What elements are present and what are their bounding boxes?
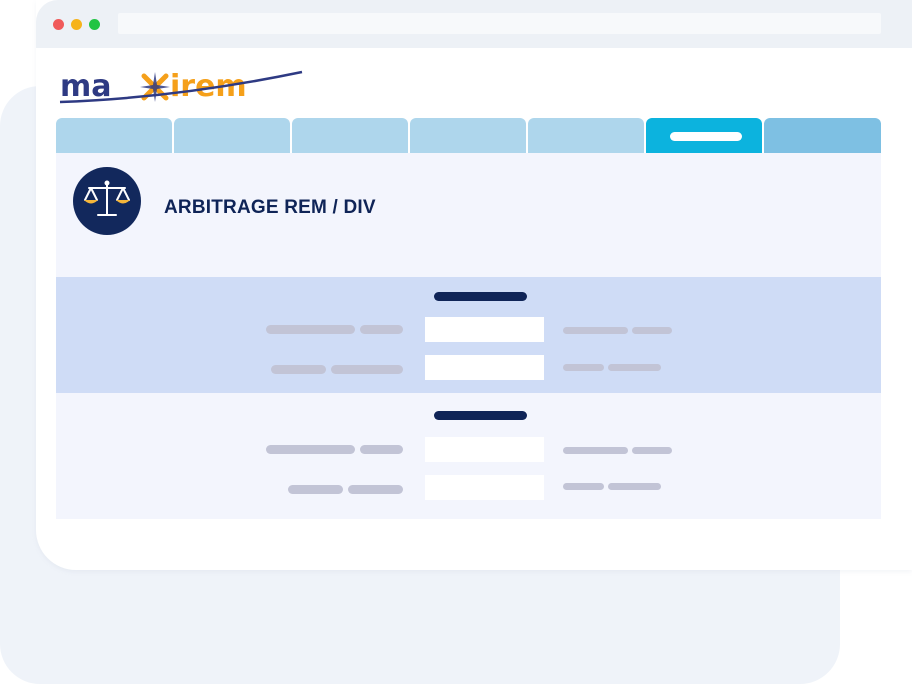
close-window-dot[interactable]	[53, 19, 64, 30]
tab-7[interactable]	[764, 118, 881, 154]
row-hint-placeholder	[563, 364, 604, 371]
balance-scale-icon	[73, 167, 141, 235]
maxirem-logo: ma irem	[59, 69, 303, 104]
tab-1[interactable]	[56, 118, 172, 154]
page-title: ARBITRAGE REM / DIV	[164, 197, 376, 218]
value-input[interactable]	[425, 317, 544, 342]
row-label-placeholder	[331, 365, 403, 374]
row-hint-placeholder	[632, 327, 672, 334]
row-label-placeholder	[266, 445, 355, 454]
row-label-placeholder	[360, 445, 403, 454]
tab-6-active[interactable]	[646, 118, 762, 154]
row-hint-placeholder	[563, 483, 604, 490]
form-section-2	[56, 393, 881, 519]
maximize-window-dot[interactable]	[89, 19, 100, 30]
browser-titlebar	[36, 0, 912, 48]
tab-5[interactable]	[528, 118, 644, 154]
row-label-placeholder	[288, 485, 343, 494]
address-bar[interactable]	[118, 13, 881, 34]
row-label-placeholder	[360, 325, 403, 334]
value-input[interactable]	[425, 355, 544, 380]
row-label-placeholder	[266, 325, 355, 334]
row-hint-placeholder	[608, 483, 661, 490]
section-heading-placeholder	[434, 292, 527, 301]
tab-2[interactable]	[174, 118, 290, 154]
browser-window: ma irem ARBITRAGE REM / DIV	[36, 0, 912, 570]
minimize-window-dot[interactable]	[71, 19, 82, 30]
row-label-placeholder	[348, 485, 403, 494]
value-input[interactable]	[425, 437, 544, 462]
value-input[interactable]	[425, 475, 544, 500]
section-heading-placeholder	[434, 411, 527, 420]
svg-text:irem: irem	[170, 69, 247, 104]
row-hint-placeholder	[608, 364, 661, 371]
tab-3[interactable]	[292, 118, 408, 154]
row-hint-placeholder	[563, 447, 628, 454]
row-label-placeholder	[271, 365, 326, 374]
page-header: ARBITRAGE REM / DIV	[56, 153, 881, 277]
tab-4[interactable]	[410, 118, 526, 154]
tab-bar	[56, 118, 881, 154]
row-hint-placeholder	[632, 447, 672, 454]
form-section-1	[56, 277, 881, 395]
row-hint-placeholder	[563, 327, 628, 334]
tab-label-placeholder	[670, 132, 742, 141]
